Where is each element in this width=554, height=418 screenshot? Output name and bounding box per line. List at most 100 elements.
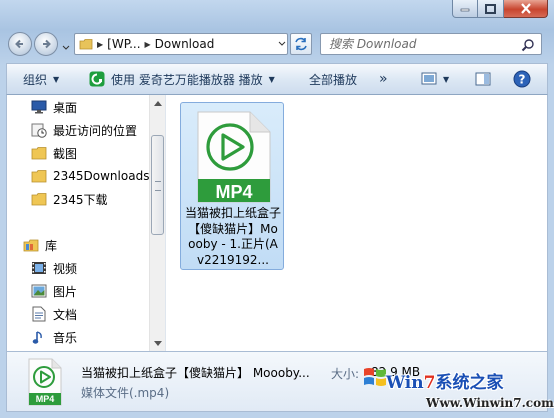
- nav-item-label: 桌面: [53, 100, 78, 115]
- details-size-label: 大小:: [331, 367, 360, 381]
- folder-icon: [79, 39, 93, 50]
- nav-item-2345downloads[interactable]: 2345Downloads: [31, 166, 149, 186]
- chevron-up-icon: [154, 100, 162, 106]
- pane-splitter[interactable]: [165, 95, 171, 351]
- watermark-title-pre: Win: [386, 373, 424, 393]
- search-icon: [521, 39, 534, 52]
- nav-item-music[interactable]: 音乐: [31, 327, 77, 347]
- nav-item-desktop[interactable]: 桌面: [31, 97, 77, 117]
- play-with-label: 使用 爱奇艺万能播放器 播放: [111, 72, 263, 87]
- nav-item-label: 最近访问的位置: [53, 123, 138, 138]
- maximize-icon: [485, 3, 496, 14]
- arrow-right-icon: [43, 39, 51, 49]
- iqiyi-player-icon: [89, 71, 105, 87]
- preview-pane-button[interactable]: [475, 64, 491, 94]
- play-all-label: 全部播放: [309, 72, 358, 87]
- scroll-up-button[interactable]: [150, 95, 165, 111]
- search-input[interactable]: [329, 37, 519, 51]
- chevron-down-icon: [278, 41, 286, 46]
- video-library-icon: [31, 260, 47, 276]
- watermark-title-seven: 7: [423, 373, 436, 393]
- help-button[interactable]: ?: [513, 64, 531, 94]
- play-all-button[interactable]: 全部播放: [309, 64, 357, 94]
- nav-item-label: 2345下载: [53, 192, 108, 207]
- nav-item-libraries[interactable]: 库: [23, 235, 57, 255]
- details-type-badge: MP4: [35, 394, 55, 404]
- explorer-window: ▶ [WP... ▶ Download 组织 ▼ 使用 爱奇艺万能播放器 播放 …: [0, 0, 554, 418]
- close-button[interactable]: [504, 0, 548, 18]
- file-type-badge: MP4: [215, 182, 253, 202]
- minimize-icon: [460, 8, 470, 11]
- windows-logo-icon: [364, 368, 386, 386]
- nav-item-label: 音乐: [53, 330, 78, 345]
- chevron-down-icon: ▼: [268, 74, 275, 84]
- nav-item-screenshots[interactable]: 截图: [31, 143, 77, 163]
- file-name: 当猫被扣上纸盒子【傻缺猫片】Moooby - 1.正片(Av2219192...: [185, 206, 281, 267]
- folder-icon: [31, 145, 47, 161]
- breadcrumb-separator[interactable]: ▶: [97, 40, 103, 49]
- preview-pane-icon: [475, 72, 491, 86]
- chevron-down-icon: [62, 45, 70, 50]
- document-library-icon: [31, 306, 47, 322]
- watermark-url: Www.Winwin7.com: [426, 396, 554, 410]
- libraries-icon: [23, 237, 39, 253]
- watermark-title: Win7系统之家: [386, 368, 503, 393]
- svg-text:?: ?: [519, 73, 526, 87]
- arrow-left-icon: [15, 39, 23, 49]
- watermark-title-post: 系统之家: [435, 373, 504, 393]
- folder-icon: [31, 191, 47, 207]
- nav-item-2345xiazai[interactable]: 2345下载: [31, 189, 108, 209]
- scroll-thumb[interactable]: [151, 135, 164, 235]
- chevron-down-icon: ▼: [53, 74, 60, 84]
- caption-buttons: [452, 0, 548, 18]
- back-button[interactable]: [8, 32, 32, 56]
- refresh-icon: [295, 37, 307, 51]
- refresh-button[interactable]: [290, 33, 312, 55]
- music-library-icon: [31, 329, 47, 345]
- help-icon: ?: [513, 70, 531, 88]
- command-bar: 组织 ▼ 使用 爱奇艺万能播放器 播放 ▼ 全部播放 » ▼ ?: [6, 63, 548, 95]
- view-icon: [421, 72, 437, 85]
- minimize-button[interactable]: [452, 0, 478, 18]
- maximize-button[interactable]: [478, 0, 504, 18]
- scroll-down-button[interactable]: [150, 335, 165, 351]
- breadcrumb-download[interactable]: Download: [155, 37, 215, 51]
- recent-places-icon: [31, 122, 47, 138]
- nav-item-label: 图片: [53, 284, 78, 299]
- nav-item-label: 视频: [53, 261, 78, 276]
- breadcrumb-wp[interactable]: [WP...: [107, 37, 140, 51]
- recent-pages-dropdown[interactable]: [62, 40, 70, 54]
- play-with-button[interactable]: 使用 爱奇艺万能播放器 播放 ▼: [89, 64, 275, 94]
- watermark: Win7系统之家 Www.Winwin7.com: [358, 358, 554, 418]
- organize-button[interactable]: 组织 ▼: [23, 64, 59, 94]
- search-box[interactable]: [320, 33, 542, 55]
- details-file-type: 媒体文件(.mp4): [81, 386, 170, 400]
- nav-item-label: 截图: [53, 146, 78, 161]
- nav-item-documents[interactable]: 文档: [31, 304, 77, 324]
- chevron-down-icon: ▼: [443, 74, 450, 84]
- more-label: »: [379, 71, 388, 87]
- close-icon: [520, 3, 531, 14]
- nav-item-label: 文档: [53, 307, 78, 322]
- file-item-mp4[interactable]: MP4 当猫被扣上纸盒子【傻缺猫片】Moooby - 1.正片(Av221919…: [180, 102, 284, 270]
- forward-button[interactable]: [34, 32, 58, 56]
- details-file-name: 当猫被扣上纸盒子【傻缺猫片】 Moooby...: [81, 366, 310, 380]
- nav-item-videos[interactable]: 视频: [31, 258, 77, 278]
- nav-item-recent-places[interactable]: 最近访问的位置: [31, 120, 137, 140]
- nav-item-label: 库: [45, 238, 58, 253]
- folder-icon: [31, 168, 47, 184]
- more-commands-button[interactable]: »: [379, 64, 388, 94]
- organize-label: 组织: [23, 72, 48, 87]
- content-area: 桌面 最近访问的位置 截图 2345Downloads 2345下载 库 视频 …: [6, 95, 548, 351]
- chevron-down-icon: [154, 340, 162, 346]
- breadcrumb-separator[interactable]: ▶: [145, 40, 151, 49]
- view-options-button[interactable]: ▼: [421, 64, 449, 94]
- desktop-icon: [31, 99, 47, 115]
- nav-scrollbar[interactable]: [149, 95, 165, 351]
- nav-item-pictures[interactable]: 图片: [31, 281, 77, 301]
- navigation-pane: 桌面 最近访问的位置 截图 2345Downloads 2345下载 库 视频 …: [7, 95, 165, 351]
- nav-item-label: 2345Downloads: [53, 169, 150, 183]
- address-history-dropdown[interactable]: [276, 34, 288, 54]
- picture-library-icon: [31, 283, 47, 299]
- address-bar[interactable]: ▶ [WP... ▶ Download: [74, 33, 288, 55]
